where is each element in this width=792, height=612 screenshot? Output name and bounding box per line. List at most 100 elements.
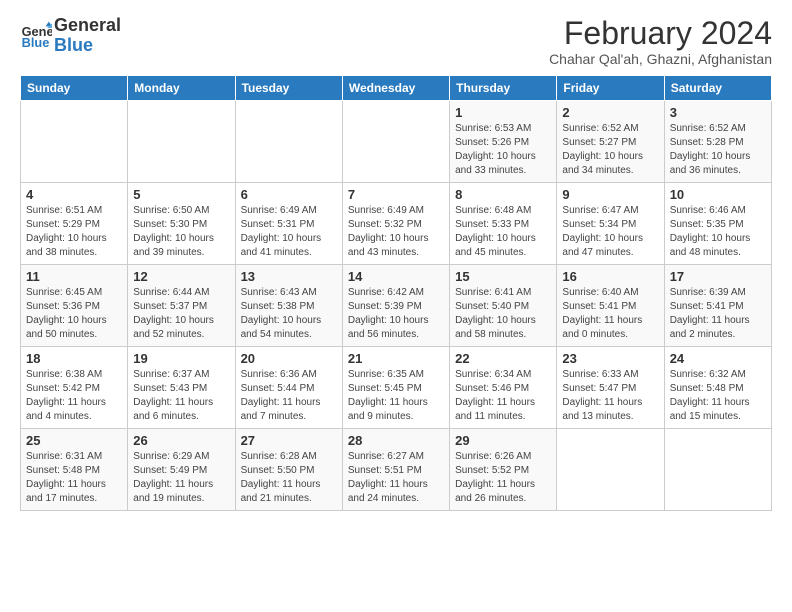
logo: General Blue General Blue (20, 16, 121, 56)
day-info: Sunrise: 6:44 AMSunset: 5:37 PMDaylight:… (133, 286, 229, 342)
day-info: Sunrise: 6:32 AMSunset: 5:48 PMDaylight:… (670, 368, 766, 424)
week-row-2: 11 Sunrise: 6:45 AMSunset: 5:36 PMDayligh… (21, 265, 772, 347)
cell-w3-d4: 22 Sunrise: 6:34 AMSunset: 5:46 PMDayligh… (450, 347, 557, 429)
day-info: Sunrise: 6:52 AMSunset: 5:28 PMDaylight:… (670, 122, 766, 178)
day-number: 24 (670, 351, 766, 366)
day-info: Sunrise: 6:43 AMSunset: 5:38 PMDaylight:… (241, 286, 337, 342)
cell-w3-d6: 24 Sunrise: 6:32 AMSunset: 5:48 PMDayligh… (664, 347, 771, 429)
svg-text:Blue: Blue (22, 35, 50, 50)
day-number: 5 (133, 187, 229, 202)
day-info: Sunrise: 6:49 AMSunset: 5:31 PMDaylight:… (241, 204, 337, 260)
day-number: 14 (348, 269, 444, 284)
title-area: February 2024 Chahar Qal'ah, Ghazni, Afg… (549, 16, 772, 67)
day-number: 23 (562, 351, 658, 366)
day-number: 11 (26, 269, 122, 284)
day-info: Sunrise: 6:31 AMSunset: 5:48 PMDaylight:… (26, 450, 122, 506)
day-number: 4 (26, 187, 122, 202)
day-info: Sunrise: 6:36 AMSunset: 5:44 PMDaylight:… (241, 368, 337, 424)
col-wednesday: Wednesday (342, 76, 449, 101)
day-info: Sunrise: 6:42 AMSunset: 5:39 PMDaylight:… (348, 286, 444, 342)
cell-w1-d2: 6 Sunrise: 6:49 AMSunset: 5:31 PMDaylight… (235, 183, 342, 265)
cell-w3-d1: 19Sunrise: 6:37 AMSunset: 5:43 PMDayligh… (128, 347, 235, 429)
day-info: Sunrise: 6:35 AMSunset: 5:45 PMDaylight:… (348, 368, 444, 424)
cell-w1-d5: 9 Sunrise: 6:47 AMSunset: 5:34 PMDaylight… (557, 183, 664, 265)
col-friday: Friday (557, 76, 664, 101)
day-info: Sunrise: 6:45 AMSunset: 5:36 PMDaylight:… (26, 286, 122, 342)
day-number: 7 (348, 187, 444, 202)
day-info: Sunrise: 6:27 AMSunset: 5:51 PMDaylight:… (348, 450, 444, 506)
day-info: Sunrise: 6:26 AMSunset: 5:52 PMDaylight:… (455, 450, 551, 506)
cell-w1-d1: 5Sunrise: 6:50 AMSunset: 5:30 PMDaylight… (128, 183, 235, 265)
cell-w0-d5: 2 Sunrise: 6:52 AMSunset: 5:27 PMDaylight… (557, 101, 664, 183)
day-number: 18 (26, 351, 122, 366)
col-saturday: Saturday (664, 76, 771, 101)
day-info: Sunrise: 6:29 AMSunset: 5:49 PMDaylight:… (133, 450, 229, 506)
col-sunday: Sunday (21, 76, 128, 101)
logo-icon: General Blue (20, 20, 52, 52)
day-info: Sunrise: 6:46 AMSunset: 5:35 PMDaylight:… (670, 204, 766, 260)
day-number: 22 (455, 351, 551, 366)
day-number: 8 (455, 187, 551, 202)
calendar-body: 1 Sunrise: 6:53 AMSunset: 5:26 PMDaylight… (21, 101, 772, 511)
cell-w4-d2: 27Sunrise: 6:28 AMSunset: 5:50 PMDayligh… (235, 429, 342, 511)
day-info: Sunrise: 6:39 AMSunset: 5:41 PMDaylight:… (670, 286, 766, 342)
day-info: Sunrise: 6:52 AMSunset: 5:27 PMDaylight:… (562, 122, 658, 178)
day-number: 9 (562, 187, 658, 202)
day-info: Sunrise: 6:51 AMSunset: 5:29 PMDaylight:… (26, 204, 122, 260)
day-number: 25 (26, 433, 122, 448)
cell-w1-d6: 10 Sunrise: 6:46 AMSunset: 5:35 PMDayligh… (664, 183, 771, 265)
cell-w1-d4: 8 Sunrise: 6:48 AMSunset: 5:33 PMDaylight… (450, 183, 557, 265)
header-row: Sunday Monday Tuesday Wednesday Thursday… (21, 76, 772, 101)
cell-w1-d0: 4 Sunrise: 6:51 AMSunset: 5:29 PMDaylight… (21, 183, 128, 265)
day-number: 1 (455, 105, 551, 120)
cell-w0-d2 (235, 101, 342, 183)
day-number: 12 (133, 269, 229, 284)
header: General Blue General Blue February 2024 … (20, 16, 772, 67)
cell-w4-d4: 29 Sunrise: 6:26 AMSunset: 5:52 PMDayligh… (450, 429, 557, 511)
cell-w2-d1: 12 Sunrise: 6:44 AMSunset: 5:37 PMDayligh… (128, 265, 235, 347)
cell-w2-d3: 14 Sunrise: 6:42 AMSunset: 5:39 PMDayligh… (342, 265, 449, 347)
cell-w3-d0: 18Sunrise: 6:38 AMSunset: 5:42 PMDayligh… (21, 347, 128, 429)
logo-blue-text: Blue (54, 36, 121, 56)
cell-w0-d4: 1 Sunrise: 6:53 AMSunset: 5:26 PMDaylight… (450, 101, 557, 183)
day-info: Sunrise: 6:34 AMSunset: 5:46 PMDaylight:… (455, 368, 551, 424)
day-number: 15 (455, 269, 551, 284)
cell-w3-d3: 21Sunrise: 6:35 AMSunset: 5:45 PMDayligh… (342, 347, 449, 429)
week-row-0: 1 Sunrise: 6:53 AMSunset: 5:26 PMDaylight… (21, 101, 772, 183)
col-monday: Monday (128, 76, 235, 101)
day-number: 27 (241, 433, 337, 448)
cell-w1-d3: 7 Sunrise: 6:49 AMSunset: 5:32 PMDaylight… (342, 183, 449, 265)
col-tuesday: Tuesday (235, 76, 342, 101)
day-number: 29 (455, 433, 551, 448)
cell-w0-d6: 3 Sunrise: 6:52 AMSunset: 5:28 PMDaylight… (664, 101, 771, 183)
day-info: Sunrise: 6:47 AMSunset: 5:34 PMDaylight:… (562, 204, 658, 260)
logo-text: General Blue (54, 16, 121, 56)
cell-w2-d4: 15Sunrise: 6:41 AMSunset: 5:40 PMDayligh… (450, 265, 557, 347)
day-info: Sunrise: 6:53 AMSunset: 5:26 PMDaylight:… (455, 122, 551, 178)
calendar-title: February 2024 (549, 16, 772, 51)
cell-w2-d6: 17 Sunrise: 6:39 AMSunset: 5:41 PMDayligh… (664, 265, 771, 347)
day-info: Sunrise: 6:49 AMSunset: 5:32 PMDaylight:… (348, 204, 444, 260)
cell-w0-d3 (342, 101, 449, 183)
day-number: 3 (670, 105, 766, 120)
logo-general-text: General (54, 16, 121, 36)
cell-w0-d0 (21, 101, 128, 183)
day-info: Sunrise: 6:40 AMSunset: 5:41 PMDaylight:… (562, 286, 658, 342)
calendar-table: Sunday Monday Tuesday Wednesday Thursday… (20, 75, 772, 511)
day-info: Sunrise: 6:48 AMSunset: 5:33 PMDaylight:… (455, 204, 551, 260)
calendar-subtitle: Chahar Qal'ah, Ghazni, Afghanistan (549, 51, 772, 67)
day-number: 6 (241, 187, 337, 202)
col-thursday: Thursday (450, 76, 557, 101)
week-row-3: 18Sunrise: 6:38 AMSunset: 5:42 PMDayligh… (21, 347, 772, 429)
day-number: 2 (562, 105, 658, 120)
cell-w2-d2: 13Sunrise: 6:43 AMSunset: 5:38 PMDayligh… (235, 265, 342, 347)
cell-w2-d0: 11 Sunrise: 6:45 AMSunset: 5:36 PMDayligh… (21, 265, 128, 347)
cell-w2-d5: 16 Sunrise: 6:40 AMSunset: 5:41 PMDayligh… (557, 265, 664, 347)
cell-w4-d1: 26Sunrise: 6:29 AMSunset: 5:49 PMDayligh… (128, 429, 235, 511)
day-number: 16 (562, 269, 658, 284)
day-number: 10 (670, 187, 766, 202)
day-number: 17 (670, 269, 766, 284)
calendar-page: General Blue General Blue February 2024 … (0, 0, 792, 612)
cell-w3-d5: 23Sunrise: 6:33 AMSunset: 5:47 PMDayligh… (557, 347, 664, 429)
week-row-1: 4 Sunrise: 6:51 AMSunset: 5:29 PMDaylight… (21, 183, 772, 265)
